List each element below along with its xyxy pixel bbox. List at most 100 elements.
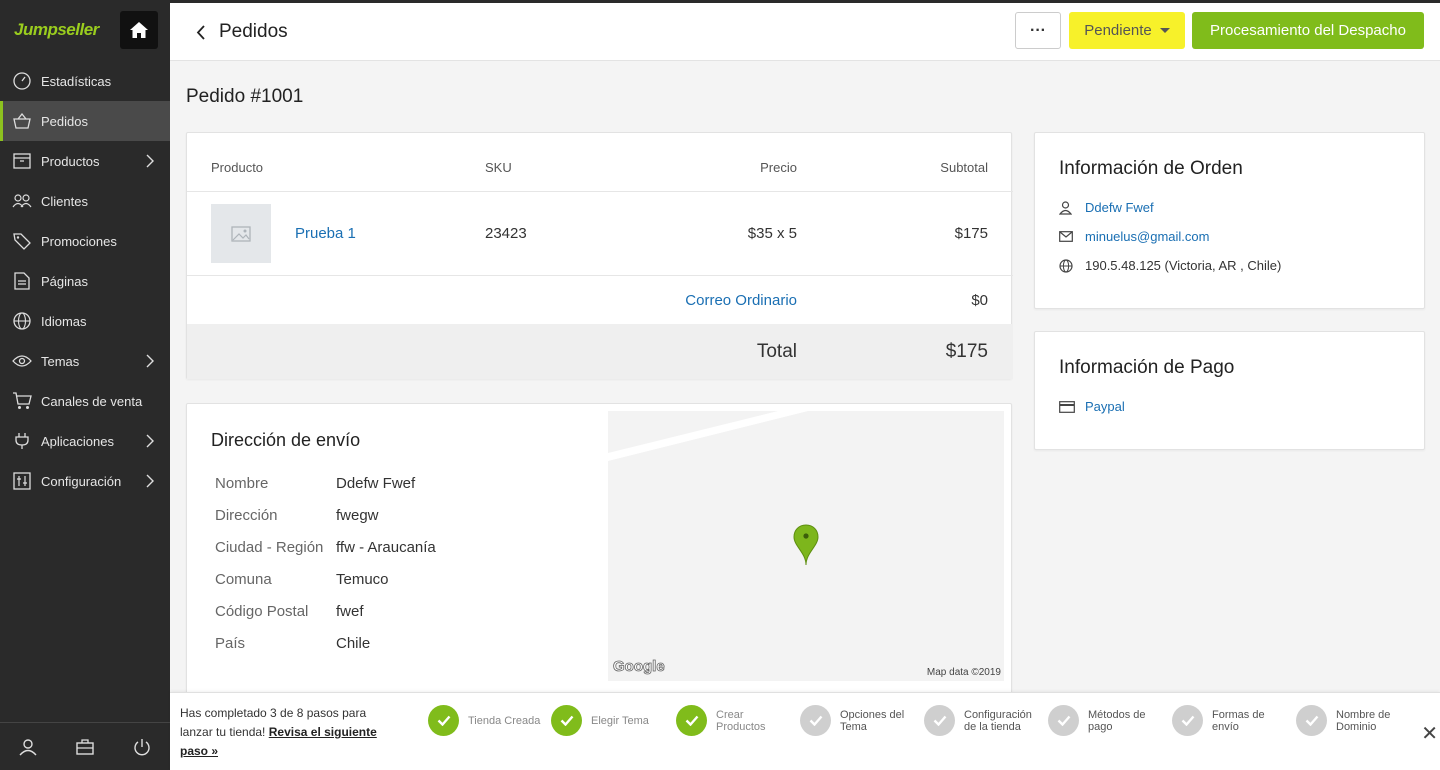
- sidebar-item-label: Clientes: [41, 193, 88, 209]
- onboarding-step[interactable]: Opciones del Tema: [800, 705, 918, 736]
- chevron-right-icon: [146, 474, 154, 488]
- check-icon: [1296, 705, 1327, 736]
- chevron-right-icon: [146, 354, 154, 368]
- shipping-map[interactable]: Google Map data ©2019: [608, 411, 1004, 681]
- product-thumbnail[interactable]: [211, 204, 271, 263]
- product-name-link[interactable]: Prueba 1: [295, 225, 356, 242]
- mail-icon: [1059, 231, 1075, 242]
- onboarding-step[interactable]: Elegir Tema: [551, 705, 669, 736]
- shipping-method-link[interactable]: Correo Ordinario: [607, 292, 797, 309]
- ip-row: 190.5.48.125 (Victoria, AR , Chile): [1059, 258, 1281, 273]
- payment-info-title: Información de Pago: [1059, 357, 1235, 378]
- step-label: Opciones del Tema: [840, 708, 905, 733]
- onboarding-text: Has completado 3 de 8 pasos para lanzar …: [180, 704, 395, 761]
- image-placeholder-icon: [231, 225, 251, 242]
- shipping-address-card: Dirección de envío Nombre Ddefw Fwef Dire…: [186, 403, 1012, 703]
- gauge-icon: [12, 71, 32, 91]
- customer-row: Ddefw Fwef: [1059, 200, 1154, 215]
- total-value: $175: [945, 341, 988, 362]
- sidebar-item-promociones[interactable]: Promociones: [0, 221, 170, 261]
- sidebar: Jumpseller Estadísticas Pedidos Producto…: [0, 0, 170, 770]
- sidebar-item-label: Aplicaciones: [41, 433, 114, 449]
- chevron-left-icon: [196, 24, 205, 40]
- divider: [187, 275, 1013, 276]
- caret-down-icon: [1159, 28, 1170, 33]
- onboarding-step[interactable]: Métodos de pago: [1048, 705, 1166, 736]
- step-label: Nombre de Dominio: [1336, 708, 1391, 733]
- address-value: Chile: [336, 635, 371, 652]
- status-label: Pendiente: [1084, 22, 1152, 39]
- sidebar-item-label: Pedidos: [41, 113, 88, 129]
- shipping-cost: $0: [971, 292, 988, 309]
- check-icon: [1048, 705, 1079, 736]
- onboarding-step[interactable]: Nombre de Dominio: [1296, 705, 1414, 736]
- sidebar-item-productos[interactable]: Productos: [0, 141, 170, 181]
- address-value: Temuco: [336, 571, 389, 588]
- page-icon: [12, 271, 32, 291]
- step-label: Tienda Creada: [468, 714, 541, 727]
- address-label: Código Postal: [215, 603, 309, 620]
- briefcase-icon[interactable]: [76, 738, 94, 755]
- cart-icon: [12, 391, 32, 411]
- sidebar-item-label: Temas: [41, 353, 80, 369]
- column-header-product: Producto: [211, 160, 264, 175]
- check-icon: [676, 705, 707, 736]
- sidebar-item-temas[interactable]: Temas: [0, 341, 170, 381]
- close-icon[interactable]: ✕: [1421, 721, 1438, 746]
- column-header-price: Precio: [760, 160, 797, 175]
- payment-method-link[interactable]: Paypal: [1085, 399, 1125, 414]
- email-link[interactable]: minuelus@gmail.com: [1085, 229, 1209, 244]
- order-title: Pedido #1001: [186, 86, 304, 107]
- users-icon: [12, 191, 32, 211]
- step-label: Elegir Tema: [591, 714, 649, 727]
- back-link[interactable]: Pedidos: [196, 21, 288, 43]
- sidebar-item-estadisticas[interactable]: Estadísticas: [0, 61, 170, 101]
- jumpseller-logo[interactable]: Jumpseller: [14, 20, 99, 40]
- address-label: Ciudad - Región: [215, 539, 324, 556]
- address-row-postal: Código Postal fwef: [215, 603, 364, 620]
- basket-icon: [12, 111, 32, 131]
- chevron-right-icon: [146, 154, 154, 168]
- column-header-sku: SKU: [485, 160, 512, 175]
- check-icon: [924, 705, 955, 736]
- sidebar-item-pedidos[interactable]: Pedidos: [0, 101, 170, 141]
- address-label: Comuna: [215, 571, 272, 588]
- order-info-card: Información de Orden Ddefw Fwef minuelus…: [1034, 132, 1425, 309]
- step-label: Formas de envío: [1212, 708, 1265, 733]
- address-row-country: País Chile: [215, 635, 370, 652]
- step-label: Métodos de pago: [1088, 708, 1146, 733]
- process-dispatch-button[interactable]: Procesamiento del Despacho: [1192, 12, 1424, 49]
- order-info-title: Información de Orden: [1059, 158, 1243, 179]
- sidebar-nav: Estadísticas Pedidos Productos Clientes …: [0, 61, 170, 501]
- product-subtotal: $175: [954, 225, 988, 242]
- onboarding-step[interactable]: Formas de envío: [1172, 705, 1290, 736]
- step-label: Configuración de la tienda: [964, 708, 1032, 733]
- sidebar-item-aplicaciones[interactable]: Aplicaciones: [0, 421, 170, 461]
- chevron-right-icon: [146, 434, 154, 448]
- payment-info-card: Información de Pago Paypal: [1034, 331, 1425, 450]
- address-row-commune: Comuna Temuco: [215, 571, 389, 588]
- sidebar-item-label: Estadísticas: [41, 73, 112, 89]
- customer-link[interactable]: Ddefw Fwef: [1085, 200, 1154, 215]
- sidebar-item-label: Productos: [41, 153, 100, 169]
- sidebar-item-configuracion[interactable]: Configuración: [0, 461, 170, 501]
- address-label: Dirección: [215, 507, 278, 524]
- ip-address: 190.5.48.125 (Victoria, AR , Chile): [1085, 258, 1282, 273]
- product-price: $35 x 5: [747, 225, 797, 242]
- more-actions-button[interactable]: ···: [1015, 12, 1061, 49]
- onboarding-step[interactable]: Tienda Creada: [428, 705, 546, 736]
- sidebar-item-label: Configuración: [41, 473, 122, 489]
- home-button[interactable]: [120, 11, 158, 49]
- address-value: Ddefw Fwef: [336, 475, 416, 492]
- sidebar-item-clientes[interactable]: Clientes: [0, 181, 170, 221]
- onboarding-step[interactable]: Crear Productos: [676, 705, 794, 736]
- address-value: fwegw: [336, 507, 379, 524]
- user-icon[interactable]: [19, 738, 37, 756]
- status-dropdown[interactable]: Pendiente: [1069, 12, 1185, 49]
- sidebar-item-idiomas[interactable]: Idiomas: [0, 301, 170, 341]
- sidebar-item-canales[interactable]: Canales de venta: [0, 381, 170, 421]
- power-icon[interactable]: [133, 738, 151, 756]
- onboarding-step[interactable]: Configuración de la tienda: [924, 705, 1042, 736]
- user-icon: [1059, 200, 1075, 215]
- sidebar-item-paginas[interactable]: Páginas: [0, 261, 170, 301]
